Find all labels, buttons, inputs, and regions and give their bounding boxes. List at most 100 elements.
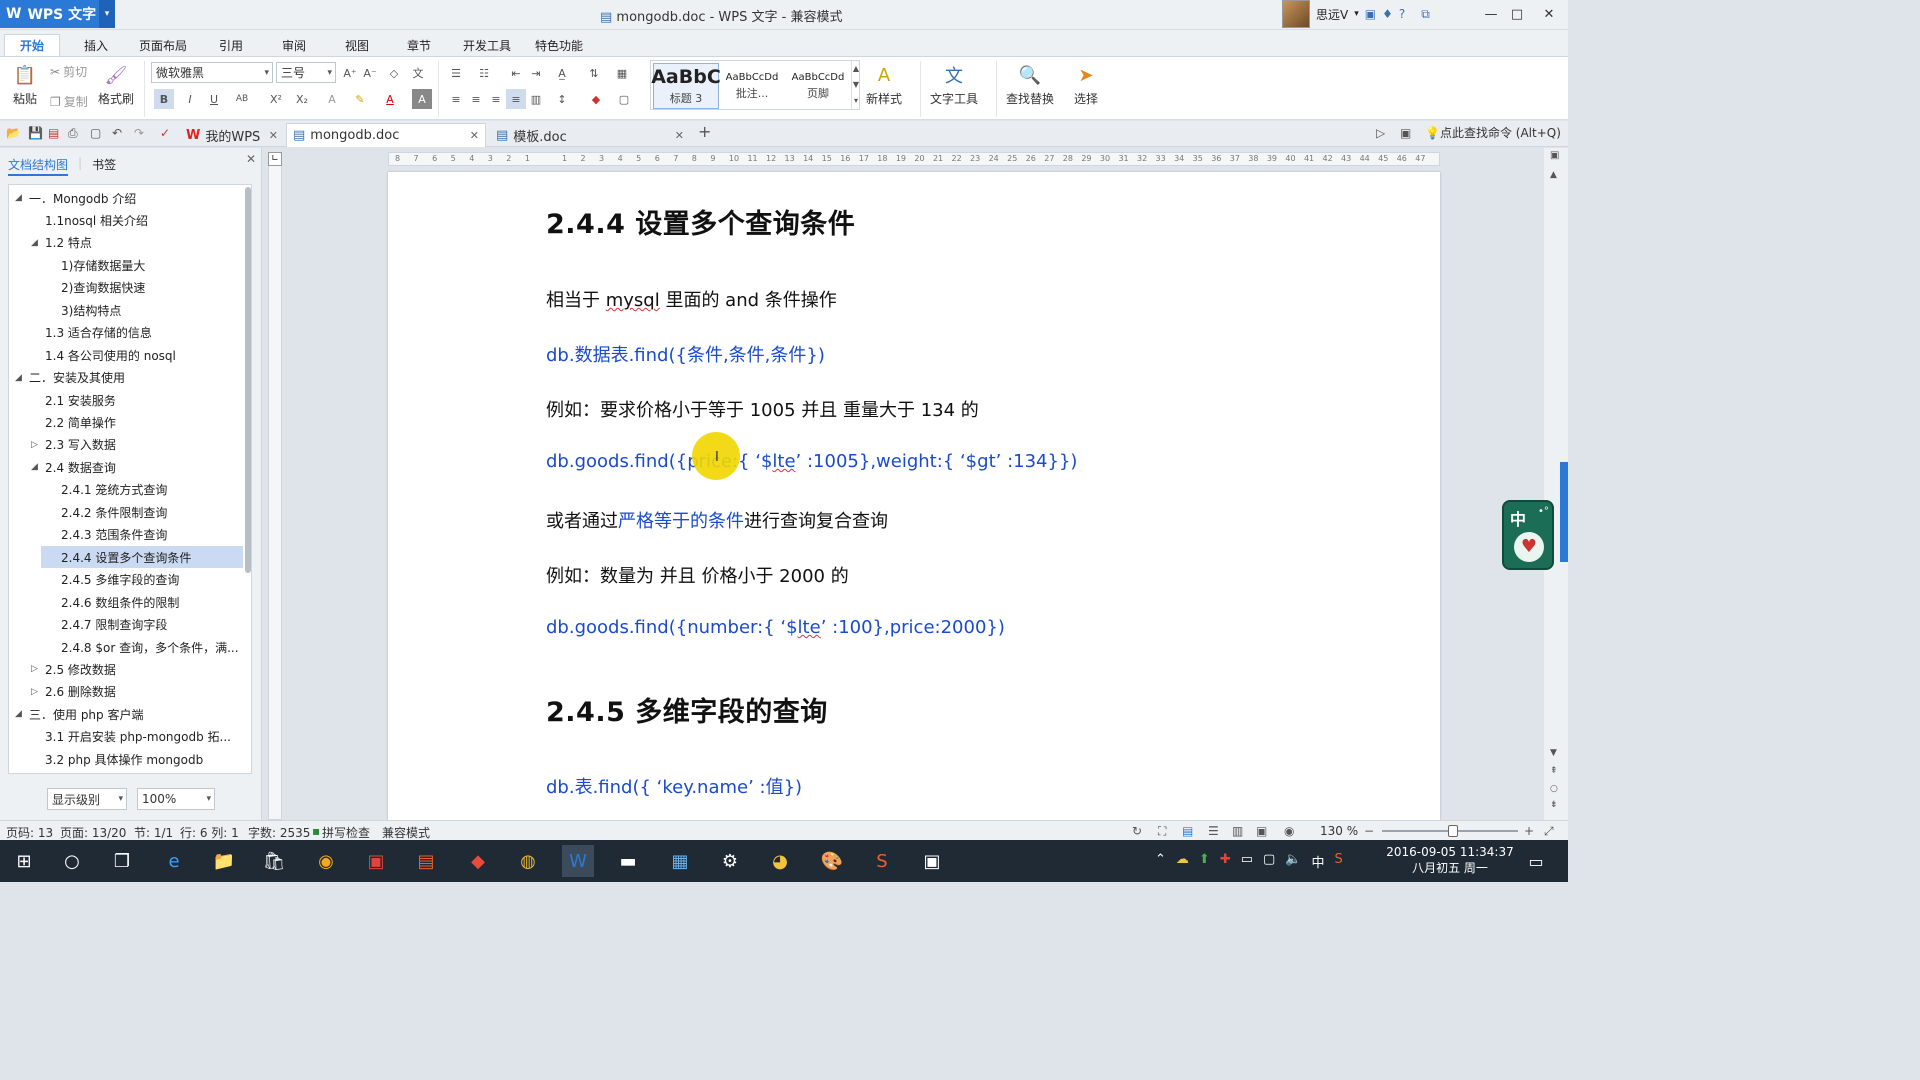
- text-tools-button[interactable]: 文 文字工具: [930, 63, 978, 107]
- tab-review[interactable]: 审阅: [268, 34, 320, 56]
- chat-app-icon[interactable]: ▣: [916, 845, 948, 877]
- tree-toggle-icon[interactable]: ◢: [31, 238, 38, 248]
- style-comment[interactable]: AaBbCcDd 批注...: [719, 63, 785, 109]
- sort-icon[interactable]: ⇅: [584, 63, 604, 83]
- status-zoom[interactable]: 130 %: [1320, 824, 1358, 838]
- reading-view-icon[interactable]: ▣: [1256, 824, 1267, 838]
- tab-mongodb-doc[interactable]: ▤ mongodb.doc ✕: [286, 123, 486, 147]
- tree-item[interactable]: 1.1nosql 相关介绍: [9, 209, 243, 231]
- messenger-icon[interactable]: ◕: [764, 845, 796, 877]
- close-tab-icon[interactable]: ✕: [269, 129, 278, 142]
- contacts-icon[interactable]: ▦: [664, 845, 696, 877]
- style-footer[interactable]: AaBbCcDd 页脚: [785, 63, 851, 109]
- status-page[interactable]: 页面: 13/20: [60, 824, 126, 841]
- status-page-code[interactable]: 页码: 13: [6, 824, 53, 841]
- highlight-icon[interactable]: ✎: [350, 89, 370, 109]
- page-view-icon[interactable]: ▤: [1182, 824, 1193, 838]
- doc-list-icon[interactable]: ▣: [1400, 126, 1411, 140]
- zoom-slider-knob[interactable]: [1448, 825, 1458, 837]
- tab-developer[interactable]: 开发工具: [456, 34, 518, 56]
- undo-icon[interactable]: ↶: [112, 126, 122, 140]
- taskbar-clock[interactable]: 2016-09-05 11:34:37 八月初五 周一: [1380, 844, 1520, 876]
- fullscreen-icon[interactable]: ⛶: [1158, 824, 1166, 839]
- tree-item[interactable]: ▷ 2.5 修改数据: [9, 658, 243, 680]
- status-word-count[interactable]: 字数: 2535: [248, 824, 310, 841]
- windows-start-icon[interactable]: ⊞: [8, 845, 40, 877]
- close-button[interactable]: ✕: [1532, 0, 1566, 28]
- bold-button[interactable]: B: [154, 89, 174, 109]
- font-name-select[interactable]: 微软雅黑: [151, 62, 273, 83]
- find-command-box[interactable]: 💡点此查找命令 (Alt+Q): [1425, 124, 1561, 141]
- zoom-out-icon[interactable]: −: [1364, 824, 1374, 838]
- paragraph-example-1[interactable]: 例如：要求价格小于等于 1005 并且 重量大于 134 的: [546, 396, 979, 422]
- print-icon[interactable]: ⎙: [68, 126, 78, 141]
- document-page[interactable]: 2.4.4 设置多个查询条件 相当于 mysql 里面的 and 条件操作 db…: [388, 172, 1440, 820]
- tree-toggle-icon[interactable]: ▷: [31, 440, 38, 450]
- browse-object-icon[interactable]: ○: [1550, 784, 1558, 794]
- tree-toggle-icon[interactable]: ▷: [31, 664, 38, 674]
- tree-toggle-icon[interactable]: ◢: [31, 462, 38, 472]
- format-painter-button[interactable]: 🖌 格式刷: [98, 63, 134, 107]
- tab-insert[interactable]: 插入: [70, 34, 122, 56]
- scrollbar-thumb[interactable]: [1560, 462, 1568, 562]
- tree-item[interactable]: 2.4.7 限制查询字段: [9, 614, 243, 636]
- tree-item[interactable]: 1.3 适合存储的信息: [9, 322, 243, 344]
- next-page-icon[interactable]: ⇟: [1550, 800, 1558, 810]
- tab-page-layout[interactable]: 页面布局: [132, 34, 194, 56]
- tree-toggle-icon[interactable]: ◢: [15, 709, 22, 719]
- borders-icon[interactable]: ▢: [614, 89, 634, 109]
- wps-writer-taskbar-icon[interactable]: W: [562, 845, 594, 877]
- tree-item[interactable]: 2.1 安装服务: [9, 389, 243, 411]
- new-tab-icon[interactable]: +: [698, 122, 711, 141]
- close-tab-icon[interactable]: ✕: [675, 129, 684, 142]
- code-find-number-price[interactable]: db.goods.find({number:{ ‘$lte’ :100},pri…: [546, 617, 1005, 638]
- justify-icon[interactable]: ≡: [506, 89, 526, 109]
- tree-item[interactable]: ◢ 1.2 特点: [9, 232, 243, 254]
- new-style-button[interactable]: A 新样式: [866, 63, 902, 107]
- quick-access-customize-icon[interactable]: ✓: [160, 126, 170, 140]
- tray-expand-icon[interactable]: ⌃: [1155, 852, 1166, 871]
- heading-2-4-4[interactable]: 2.4.4 设置多个查询条件: [546, 202, 855, 241]
- tree-item[interactable]: 2.2 简单操作: [9, 412, 243, 434]
- tree-item[interactable]: 2.4.2 条件限制查询: [9, 501, 243, 523]
- media-player-icon[interactable]: ◉: [310, 845, 342, 877]
- user-area[interactable]: 思远V ▾ ▣ ♦ ? ⧉: [1282, 0, 1430, 28]
- outline-zoom-select[interactable]: 100%: [137, 788, 215, 810]
- grow-font-icon[interactable]: A⁺: [340, 63, 360, 83]
- chevron-down-icon[interactable]: ▾: [1354, 9, 1359, 19]
- text-direction-icon[interactable]: A̲: [552, 63, 572, 83]
- tree-item[interactable]: ◢ 三．使用 php 客户端: [9, 703, 243, 725]
- tree-item[interactable]: 1)存储数据量大: [9, 254, 243, 276]
- notification-icon[interactable]: ▭: [1520, 845, 1552, 877]
- tree-item[interactable]: 3.2 php 具体操作 mongodb: [9, 748, 243, 770]
- find-replace-button[interactable]: 🔍 查找替换: [1006, 63, 1054, 107]
- tree-item[interactable]: ◢ 2.4 数据查询: [9, 456, 243, 478]
- code-find-nested-key[interactable]: db.表.find({ ‘key.name’ :值}): [546, 773, 802, 799]
- tree-item[interactable]: 2.4.3 范围条件查询: [9, 524, 243, 546]
- tree-item[interactable]: 2.4.5 多维字段的查询: [9, 569, 243, 591]
- edge-browser-icon[interactable]: e: [158, 845, 190, 877]
- status-section[interactable]: 节: 1/1: [134, 824, 173, 841]
- user-name[interactable]: 思远V: [1316, 6, 1348, 23]
- line-spacing-icon[interactable]: ↕: [552, 89, 572, 109]
- tray-ime-label[interactable]: 中: [1312, 852, 1325, 871]
- copy-button[interactable]: ❐ 复制: [50, 93, 88, 110]
- ime-floating-widget[interactable]: 中 •° ♥: [1502, 500, 1554, 570]
- code-find-price-weight[interactable]: db.goods.find({price:{ ‘$lte’ :1005},wei…: [546, 451, 1077, 472]
- tab-stop-selector[interactable]: ∟: [268, 152, 282, 166]
- maximize-button[interactable]: □: [1500, 0, 1534, 28]
- tree-item[interactable]: 2.4.4 设置多个查询条件: [41, 546, 243, 569]
- shirt-icon[interactable]: ♦: [1382, 7, 1393, 21]
- tree-item[interactable]: 2.4.8 $or 查询，多个条件，满...: [9, 636, 243, 658]
- paragraph-example-2[interactable]: 例如：数量为 并且 价格小于 2000 的: [546, 562, 849, 588]
- fit-window-icon[interactable]: ⤢: [1544, 824, 1554, 839]
- vertical-ruler[interactable]: [268, 152, 282, 820]
- char-shading-icon[interactable]: A: [412, 89, 432, 109]
- presentation-app-icon[interactable]: ▤: [410, 845, 442, 877]
- close-tab-icon[interactable]: ✕: [470, 129, 479, 142]
- tree-item[interactable]: 2.4.1 笼统方式查询: [9, 479, 243, 501]
- tab-bookmark[interactable]: 书签: [92, 156, 116, 176]
- tree-toggle-icon[interactable]: ▷: [31, 687, 38, 697]
- align-center-icon[interactable]: ≡: [466, 89, 486, 109]
- bullets-icon[interactable]: ☰: [446, 63, 466, 83]
